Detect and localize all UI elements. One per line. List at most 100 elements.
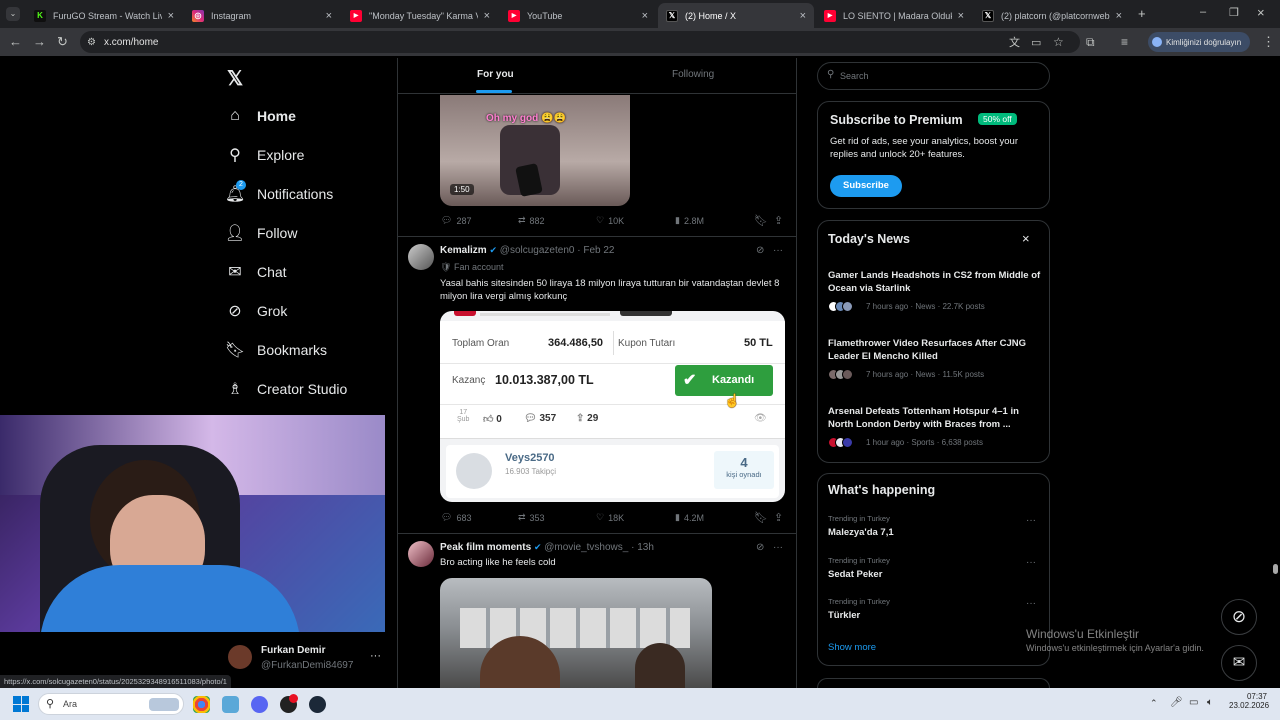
translate-icon[interactable]: 文 bbox=[1009, 35, 1020, 51]
tab-for-you[interactable]: For you bbox=[477, 69, 514, 80]
tweet-video[interactable]: Oh my god 😩😩 1:50 bbox=[440, 95, 630, 206]
reply-button[interactable]: 💬︎ 287 bbox=[441, 215, 471, 226]
nav-chat[interactable]: ✉ Chat bbox=[226, 260, 286, 284]
taskbar-search[interactable]: ⚲ Ara bbox=[38, 693, 184, 715]
news-item-title[interactable]: Arsenal Defeats Tottenham Hotspur 4–1 in… bbox=[828, 405, 1043, 431]
chrome-icon[interactable] bbox=[193, 696, 210, 713]
app-icon[interactable] bbox=[280, 694, 298, 713]
like-button[interactable]: ♡ 18K bbox=[596, 512, 624, 523]
trend-name[interactable]: Türkler bbox=[828, 610, 860, 621]
url-text[interactable]: x.com/home bbox=[104, 37, 158, 48]
steam-icon[interactable] bbox=[309, 696, 326, 713]
tweet-video[interactable] bbox=[440, 578, 712, 688]
grok-icon[interactable]: ⊘ bbox=[756, 245, 764, 256]
browser-tab[interactable]: ▶ YouTube × bbox=[500, 3, 656, 28]
restore-button[interactable]: ❐ bbox=[1229, 6, 1239, 19]
avatar[interactable] bbox=[228, 645, 252, 669]
browser-tab[interactable]: 𝕏 (2) platcorn (@platcornweb) / X× bbox=[974, 3, 1130, 28]
tab-following[interactable]: Following bbox=[672, 69, 714, 80]
repost-button[interactable]: ⇄ 353 bbox=[518, 512, 545, 523]
nav-notifications[interactable]: 🔔︎ Notifications 2 bbox=[225, 180, 333, 206]
author-handle[interactable]: @movie_tvshows_ bbox=[544, 542, 628, 553]
tweet-date[interactable]: · Feb 22 bbox=[577, 245, 614, 256]
more-icon[interactable]: ··· bbox=[773, 245, 783, 256]
nav-bookmarks[interactable]: 🔖︎ Bookmarks bbox=[225, 338, 327, 362]
more-icon[interactable]: ··· bbox=[1026, 598, 1036, 609]
profile-button[interactable]: Kimliğinizi doğrulayın bbox=[1148, 32, 1250, 52]
news-item-title[interactable]: Flamethrower Video Resurfaces After CJNG… bbox=[828, 337, 1043, 363]
grok-icon[interactable]: ⊘ bbox=[756, 542, 764, 553]
share-button[interactable]: ⇪ bbox=[774, 214, 783, 227]
grok-floating-button[interactable]: ⊘ bbox=[1221, 599, 1257, 635]
network-icon[interactable]: ▭ bbox=[1189, 697, 1198, 708]
new-tab-button[interactable]: + bbox=[1138, 6, 1146, 21]
views-button[interactable]: ▮ 2.8M bbox=[675, 215, 704, 226]
tweet-date[interactable]: · 13h bbox=[631, 542, 654, 553]
close-tab-icon[interactable]: × bbox=[642, 10, 648, 22]
nav-grok[interactable]: ⊘ Grok bbox=[226, 299, 287, 323]
browser-tab[interactable]: ▶ LO SIENTO | Madara Olduk #6× bbox=[816, 3, 972, 28]
discord-icon[interactable] bbox=[251, 696, 268, 713]
close-window-button[interactable]: × bbox=[1257, 5, 1265, 20]
show-more-link[interactable]: Show more bbox=[828, 642, 876, 653]
more-icon[interactable]: ··· bbox=[1026, 557, 1036, 568]
nav-explore[interactable]: ⚲ Explore bbox=[226, 143, 304, 167]
minimize-button[interactable]: – bbox=[1200, 6, 1206, 18]
browser-tab-active[interactable]: 𝕏 (2) Home / X × bbox=[658, 3, 814, 28]
cast-icon[interactable]: ▭ bbox=[1031, 35, 1041, 51]
subscribe-button[interactable]: Subscribe bbox=[830, 175, 902, 197]
search-box[interactable]: ⚲ Search bbox=[817, 62, 1050, 90]
app-icon[interactable] bbox=[222, 696, 239, 713]
browser-tab[interactable]: ▶ "Monday Tuesday" Karma Vide× bbox=[342, 3, 498, 28]
like-button[interactable]: ♡ 10K bbox=[596, 215, 624, 226]
close-tab-icon[interactable]: × bbox=[484, 10, 490, 22]
extensions-icon[interactable]: ⧉ bbox=[1086, 34, 1095, 50]
share-button[interactable]: ⇪ bbox=[774, 511, 783, 524]
reload-icon[interactable]: ↻ bbox=[57, 34, 68, 50]
account-handle[interactable]: @FurkanDemi84697 bbox=[261, 660, 353, 671]
more-icon[interactable]: ··· bbox=[1026, 515, 1036, 526]
author-name[interactable]: Kemalizm bbox=[440, 245, 487, 256]
bookmark-star-icon[interactable]: ☆ bbox=[1053, 34, 1064, 50]
trend-name[interactable]: Sedat Peker bbox=[828, 569, 882, 580]
close-tab-icon[interactable]: × bbox=[326, 10, 332, 22]
tab-search-button[interactable]: ⌄ bbox=[6, 7, 20, 21]
account-more-icon[interactable]: ··· bbox=[370, 650, 381, 662]
close-icon[interactable]: × bbox=[1022, 231, 1030, 246]
scrollbar[interactable] bbox=[1271, 58, 1280, 688]
nav-follow[interactable]: 👤︎ Follow bbox=[225, 221, 298, 245]
windows-start-icon[interactable] bbox=[13, 696, 29, 712]
nav-creator-studio[interactable]: ♗ Creator Studio bbox=[226, 377, 347, 401]
address-bar[interactable] bbox=[80, 31, 1080, 53]
reply-button[interactable]: 💬︎ 683 bbox=[441, 512, 471, 523]
x-logo-icon[interactable]: 𝕏 bbox=[227, 66, 243, 91]
views-button[interactable]: ▮ 4.2M bbox=[675, 512, 704, 523]
author-handle[interactable]: @solcugazeten0 bbox=[500, 245, 575, 256]
account-name[interactable]: Furkan Demir bbox=[261, 645, 325, 656]
back-icon[interactable]: ← bbox=[9, 34, 22, 50]
news-item-title[interactable]: Gamer Lands Headshots in CS2 from Middle… bbox=[828, 269, 1043, 295]
avatar[interactable] bbox=[408, 541, 434, 567]
volume-icon[interactable]: 🔈︎ bbox=[1207, 697, 1213, 708]
close-tab-icon[interactable]: × bbox=[1116, 10, 1122, 22]
author-name[interactable]: Peak film moments bbox=[440, 542, 531, 553]
tray-chevron-icon[interactable]: ⌃ bbox=[1150, 698, 1158, 709]
taskbar-clock[interactable]: 07:37 23.02.2026 bbox=[1229, 692, 1269, 710]
menu-icon[interactable]: ⋮ bbox=[1262, 34, 1275, 50]
browser-tab[interactable]: K FuruGO Stream - Watch Live on× bbox=[26, 3, 182, 28]
bookmark-button[interactable]: 🔖︎ bbox=[754, 511, 768, 524]
close-tab-icon[interactable]: × bbox=[800, 10, 806, 22]
trend-name[interactable]: Malezya'da 7,1 bbox=[828, 527, 894, 538]
search-input[interactable]: Search bbox=[840, 71, 869, 81]
site-info-icon[interactable]: ⚙ bbox=[87, 35, 96, 51]
close-tab-icon[interactable]: × bbox=[168, 10, 174, 22]
scrollbar-thumb[interactable] bbox=[1273, 564, 1278, 574]
avatar[interactable] bbox=[408, 244, 434, 270]
microphone-icon[interactable]: 🎤︎ bbox=[1170, 697, 1183, 708]
browser-tab[interactable]: ◎ Instagram × bbox=[184, 3, 340, 28]
repost-button[interactable]: ⇄ 882 bbox=[518, 215, 545, 226]
close-tab-icon[interactable]: × bbox=[958, 10, 964, 22]
reading-list-icon[interactable]: ≡ bbox=[1121, 34, 1128, 50]
forward-icon[interactable]: → bbox=[33, 34, 46, 50]
messages-floating-button[interactable]: ✉ bbox=[1221, 645, 1257, 681]
